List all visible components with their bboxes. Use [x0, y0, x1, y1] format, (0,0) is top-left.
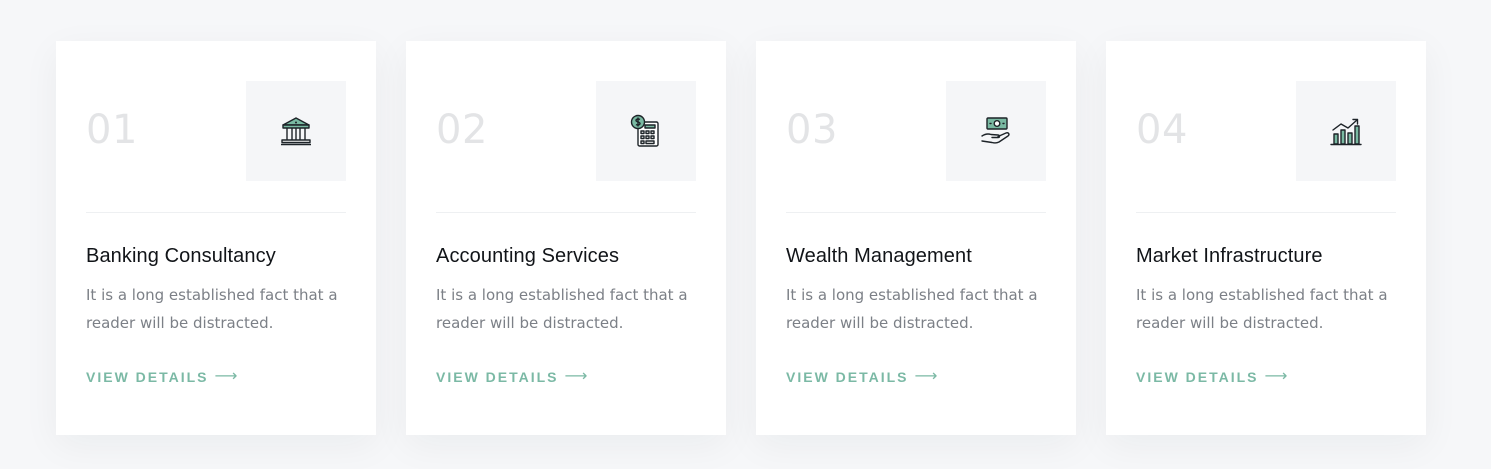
icon-box: [246, 81, 346, 181]
card-title: Banking Consultancy: [86, 245, 276, 267]
service-card-accounting-services: 02 Accounting Services It is a long esta…: [406, 41, 726, 435]
view-details-label: VIEW DETAILS: [786, 369, 909, 385]
card-description: It is a long established fact that a rea…: [436, 286, 688, 332]
arrow-right-icon: ⟶: [214, 368, 238, 385]
service-card-wealth-management: 03 Wealth Management It is a long establ…: [756, 41, 1076, 435]
view-details-link[interactable]: VIEW DETAILS ⟶: [436, 367, 587, 387]
money-hand-icon: [981, 117, 1010, 144]
divider: [436, 212, 696, 213]
card-description: It is a long established fact that a rea…: [86, 286, 338, 332]
divider: [786, 212, 1046, 213]
view-details-link[interactable]: VIEW DETAILS ⟶: [1136, 367, 1287, 387]
bank-icon: [281, 117, 311, 146]
icon-box: [1296, 81, 1396, 181]
view-details-link[interactable]: VIEW DETAILS ⟶: [86, 367, 237, 387]
card-number: 04: [1136, 107, 1188, 153]
calculator-icon: [630, 114, 659, 147]
card-description: It is a long established fact that a rea…: [786, 286, 1038, 332]
divider: [1136, 212, 1396, 213]
icon-box: [596, 81, 696, 181]
view-details-label: VIEW DETAILS: [436, 369, 559, 385]
card-number: 03: [786, 107, 838, 153]
view-details-label: VIEW DETAILS: [86, 369, 209, 385]
arrow-right-icon: ⟶: [564, 368, 588, 385]
view-details-label: VIEW DETAILS: [1136, 369, 1259, 385]
arrow-right-icon: ⟶: [914, 368, 938, 385]
arrow-right-icon: ⟶: [1264, 368, 1288, 385]
card-number: 02: [436, 107, 488, 153]
card-title: Accounting Services: [436, 245, 620, 267]
view-details-link[interactable]: VIEW DETAILS ⟶: [786, 367, 937, 387]
card-title: Wealth Management: [786, 245, 972, 267]
divider: [86, 212, 346, 213]
service-card-banking-consultancy: 01 Banking Consultancy It is a long esta…: [56, 41, 376, 435]
card-title: Market Infrastructure: [1136, 245, 1323, 267]
service-card-market-infrastructure: 04 Market Infrastructure It is a long es…: [1106, 41, 1426, 435]
icon-box: [946, 81, 1046, 181]
growth-chart-icon: [1330, 118, 1362, 146]
card-description: It is a long established fact that a rea…: [1136, 286, 1388, 332]
service-cards: 01 Banking Consultancy It is a long esta…: [0, 0, 1491, 469]
card-number: 01: [86, 107, 138, 153]
